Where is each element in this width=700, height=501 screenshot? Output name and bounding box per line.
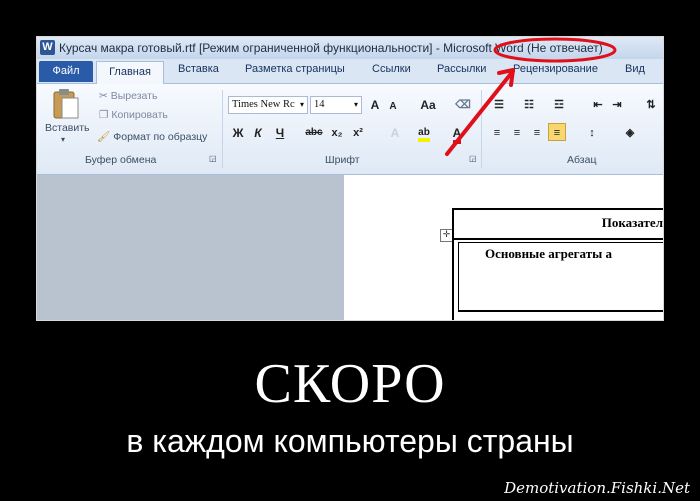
screenshot-frame: W Курсач макра готовый.rtf [Режим ограни… [36, 36, 664, 321]
annotation-arrow-shaft [445, 69, 515, 156]
caption-title: СКОРО [254, 353, 446, 415]
red-annotation [445, 37, 617, 156]
watermark: Demotivation.Fishki.Net [504, 479, 690, 497]
annotation-ellipse [493, 37, 617, 63]
caption-subtitle: в каждом компьютеры страны [126, 423, 574, 459]
